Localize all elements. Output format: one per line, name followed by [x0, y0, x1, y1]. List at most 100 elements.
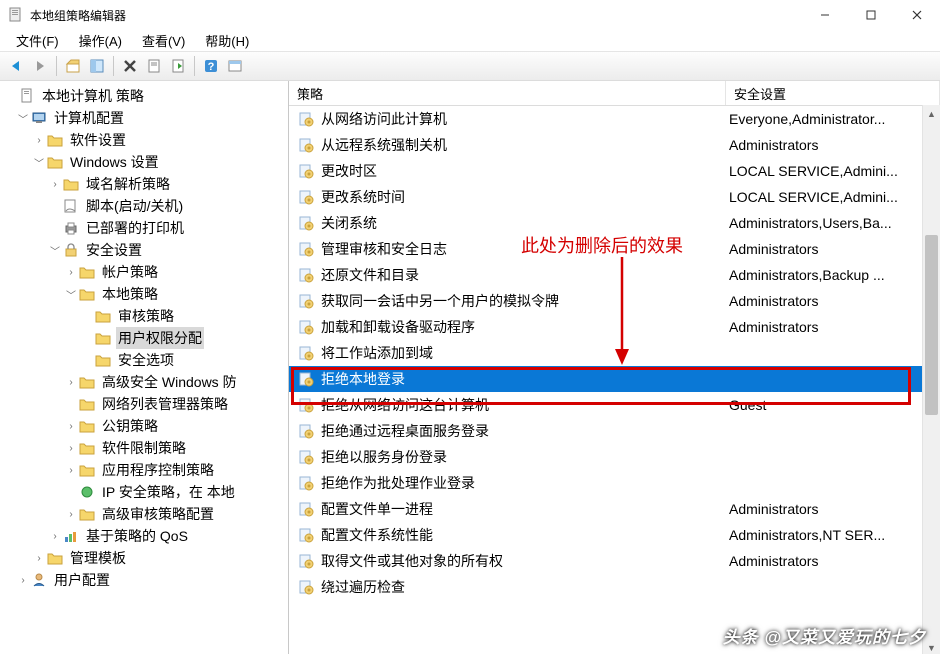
- expand-icon[interactable]: ›: [32, 135, 46, 146]
- policy-setting: Administrators: [725, 501, 940, 517]
- help-button[interactable]: ?: [200, 55, 222, 77]
- folder-icon: [78, 462, 96, 478]
- tree-software-settings[interactable]: › 软件设置: [2, 129, 288, 151]
- folder-icon: [78, 374, 96, 390]
- menu-action[interactable]: 操作(A): [69, 29, 132, 52]
- collapse-icon[interactable]: ﹀: [16, 111, 30, 126]
- scrollbar-thumb[interactable]: [925, 235, 938, 415]
- tree-advanced-audit[interactable]: › 高级审核策略配置: [2, 503, 288, 525]
- policy-row[interactable]: 从远程系统强制关机Administrators: [289, 132, 940, 158]
- policy-row[interactable]: 获取同一会话中另一个用户的模拟令牌Administrators: [289, 288, 940, 314]
- menu-file[interactable]: 文件(F): [6, 29, 69, 52]
- tree-computer-config[interactable]: ﹀ 计算机配置: [2, 107, 288, 129]
- expand-icon[interactable]: ›: [64, 443, 78, 454]
- tree-account-policies[interactable]: › 帐户策略: [2, 261, 288, 283]
- policy-icon: [297, 318, 315, 336]
- expand-icon[interactable]: ›: [64, 267, 78, 278]
- tree-pane[interactable]: 本地计算机 策略 ﹀ 计算机配置 › 软件设置 ﹀ Windows 设置 › 域…: [0, 81, 289, 654]
- expand-icon[interactable]: ›: [64, 377, 78, 388]
- tree-local-policies[interactable]: ﹀ 本地策略: [2, 283, 288, 305]
- tree-audit-policy[interactable]: 审核策略: [2, 305, 288, 327]
- policy-row[interactable]: 从网络访问此计算机Everyone,Administrator...: [289, 106, 940, 132]
- policy-row[interactable]: 取得文件或其他对象的所有权Administrators: [289, 548, 940, 574]
- tree-user-rights[interactable]: 用户权限分配: [2, 327, 288, 349]
- properties-button[interactable]: [143, 55, 165, 77]
- scroll-down-button[interactable]: ▼: [923, 639, 940, 654]
- folder-icon: [94, 308, 112, 324]
- tree-windows-settings[interactable]: ﹀ Windows 设置: [2, 151, 288, 173]
- back-button[interactable]: [5, 55, 27, 77]
- policy-row[interactable]: 还原文件和目录Administrators,Backup ...: [289, 262, 940, 288]
- filter-button[interactable]: [224, 55, 246, 77]
- tree-root[interactable]: 本地计算机 策略: [2, 85, 288, 107]
- tree-scripts[interactable]: 脚本(启动/关机): [2, 195, 288, 217]
- tree-public-key[interactable]: › 公钥策略: [2, 415, 288, 437]
- tree-security-settings[interactable]: ﹀ 安全设置: [2, 239, 288, 261]
- policy-row[interactable]: 拒绝作为批处理作业登录: [289, 470, 940, 496]
- up-button[interactable]: [62, 55, 84, 77]
- policy-icon: [297, 214, 315, 232]
- chart-icon: [62, 528, 80, 544]
- policy-setting: Administrators,Users,Ba...: [725, 215, 940, 231]
- policy-setting: Administrators,Backup ...: [725, 267, 940, 283]
- collapse-icon[interactable]: ﹀: [32, 155, 46, 170]
- menu-view[interactable]: 查看(V): [132, 29, 195, 52]
- policy-setting: Guest: [725, 397, 940, 413]
- policy-row[interactable]: 拒绝通过远程桌面服务登录: [289, 418, 940, 444]
- policy-row[interactable]: 管理审核和安全日志Administrators: [289, 236, 940, 262]
- expand-icon[interactable]: ›: [64, 421, 78, 432]
- expand-icon[interactable]: ›: [32, 553, 46, 564]
- tree-qos[interactable]: › 基于策略的 QoS: [2, 525, 288, 547]
- menubar: 文件(F) 操作(A) 查看(V) 帮助(H): [0, 30, 940, 51]
- policy-row[interactable]: 更改系统时间LOCAL SERVICE,Admini...: [289, 184, 940, 210]
- delete-button[interactable]: [119, 55, 141, 77]
- policy-icon: [297, 292, 315, 310]
- minimize-button[interactable]: [802, 0, 848, 30]
- tree-ip-security[interactable]: IP 安全策略，在 本地: [2, 481, 288, 503]
- tree-windows-firewall[interactable]: › 高级安全 Windows 防: [2, 371, 288, 393]
- menu-help[interactable]: 帮助(H): [195, 29, 259, 52]
- show-hide-button[interactable]: [86, 55, 108, 77]
- policy-row[interactable]: 配置文件单一进程Administrators: [289, 496, 940, 522]
- close-button[interactable]: [894, 0, 940, 30]
- policy-icon: [297, 370, 315, 388]
- folder-icon: [62, 176, 80, 192]
- scroll-up-button[interactable]: ▲: [923, 105, 940, 122]
- policy-row[interactable]: 拒绝本地登录: [289, 366, 940, 392]
- expand-icon[interactable]: ›: [48, 531, 62, 542]
- export-button[interactable]: [167, 55, 189, 77]
- expand-icon[interactable]: ›: [16, 575, 30, 586]
- policy-icon: [297, 162, 315, 180]
- column-policy[interactable]: 策略: [289, 81, 726, 105]
- tree-security-options[interactable]: 安全选项: [2, 349, 288, 371]
- expand-icon[interactable]: ›: [48, 179, 62, 190]
- tree-name-resolution[interactable]: › 域名解析策略: [2, 173, 288, 195]
- column-setting[interactable]: 安全设置: [726, 81, 940, 105]
- collapse-icon[interactable]: ﹀: [64, 287, 78, 302]
- policy-row[interactable]: 拒绝从网络访问这台计算机Guest: [289, 392, 940, 418]
- policy-setting: Everyone,Administrator...: [725, 111, 940, 127]
- policy-row[interactable]: 将工作站添加到域: [289, 340, 940, 366]
- tree-printers[interactable]: 已部署的打印机: [2, 217, 288, 239]
- policy-row[interactable]: 拒绝以服务身份登录: [289, 444, 940, 470]
- folder-icon: [46, 132, 64, 148]
- policy-row[interactable]: 绕过遍历检查: [289, 574, 940, 600]
- vertical-scrollbar[interactable]: ▲ ▼: [922, 105, 940, 654]
- forward-button[interactable]: [29, 55, 51, 77]
- tree-admin-templates[interactable]: › 管理模板: [2, 547, 288, 569]
- policy-row[interactable]: 配置文件系统性能Administrators,NT SER...: [289, 522, 940, 548]
- policy-name: 更改系统时间: [321, 187, 405, 207]
- tree-app-control[interactable]: › 应用程序控制策略: [2, 459, 288, 481]
- list-body[interactable]: 从网络访问此计算机Everyone,Administrator...从远程系统强…: [289, 106, 940, 654]
- tree-network-list[interactable]: 网络列表管理器策略: [2, 393, 288, 415]
- policy-icon: [297, 552, 315, 570]
- expand-icon[interactable]: ›: [64, 509, 78, 520]
- tree-software-restriction[interactable]: › 软件限制策略: [2, 437, 288, 459]
- tree-user-config[interactable]: › 用户配置: [2, 569, 288, 591]
- expand-icon[interactable]: ›: [64, 465, 78, 476]
- policy-row[interactable]: 关闭系统Administrators,Users,Ba...: [289, 210, 940, 236]
- collapse-icon[interactable]: ﹀: [48, 243, 62, 258]
- policy-row[interactable]: 更改时区LOCAL SERVICE,Admini...: [289, 158, 940, 184]
- policy-row[interactable]: 加载和卸载设备驱动程序Administrators: [289, 314, 940, 340]
- maximize-button[interactable]: [848, 0, 894, 30]
